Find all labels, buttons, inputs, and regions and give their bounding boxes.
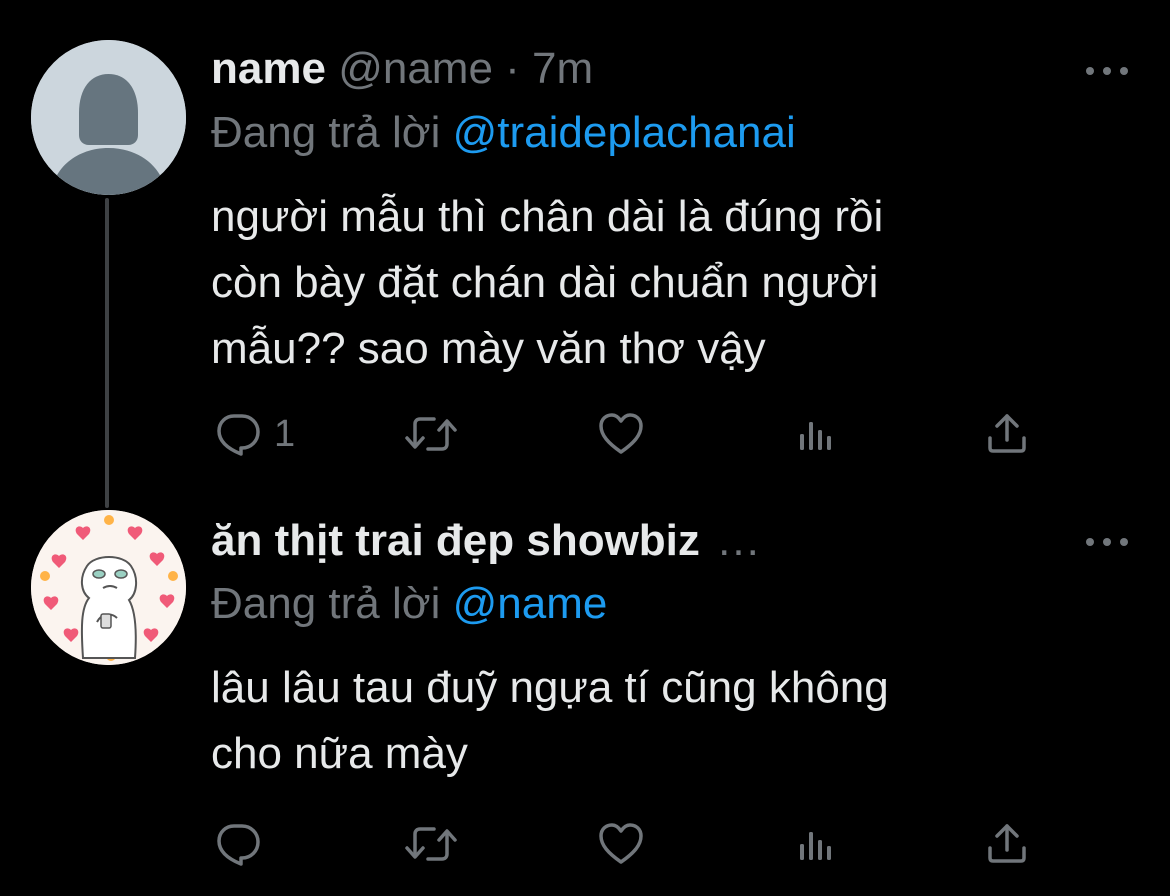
action-bar: 1 bbox=[0, 404, 1170, 464]
tweet-text-line: còn bày đặt chán dài chuẩn người bbox=[211, 258, 879, 307]
name-truncation: ... bbox=[718, 516, 761, 565]
views-icon bbox=[800, 832, 831, 860]
more-icon[interactable] bbox=[1086, 532, 1128, 552]
heart-icon bbox=[599, 413, 643, 454]
share-icon bbox=[988, 824, 1026, 863]
tweet-text: người mẫu thì chân dài là đúng rồi còn b… bbox=[211, 184, 1111, 382]
avatar[interactable] bbox=[31, 510, 186, 665]
replying-to: Đang trả lời @name bbox=[211, 579, 607, 629]
display-name[interactable]: ăn thịt trai đẹp showbiz bbox=[211, 516, 700, 565]
like-button[interactable] bbox=[597, 814, 645, 874]
share-icon bbox=[988, 414, 1026, 453]
tweet-text-line: người mẫu thì chân dài là đúng rồi bbox=[211, 192, 884, 241]
share-button[interactable] bbox=[983, 404, 1031, 464]
display-name[interactable]: name bbox=[211, 44, 326, 93]
views-icon bbox=[800, 422, 831, 450]
like-button[interactable] bbox=[597, 404, 645, 464]
mention-link[interactable]: @traideplachanai bbox=[453, 108, 796, 157]
share-button[interactable] bbox=[983, 814, 1031, 874]
mention-link[interactable]: @name bbox=[453, 579, 608, 628]
retweet-icon bbox=[405, 827, 457, 861]
separator-dot: · bbox=[505, 44, 520, 93]
reply-button[interactable] bbox=[214, 814, 262, 874]
replying-prefix: Đang trả lời bbox=[211, 579, 441, 628]
tweet-header: ăn thịt trai đẹp showbiz ... bbox=[211, 516, 761, 566]
tweet-header: name @name · 7m bbox=[211, 44, 593, 94]
heart-icon bbox=[599, 823, 643, 864]
tweet-text: lâu lâu tau đuỹ ngựa tí cũng không cho n… bbox=[211, 655, 1111, 787]
more-icon[interactable] bbox=[1086, 61, 1128, 81]
reply-icon bbox=[217, 414, 260, 456]
tweet-text-line: mẫu?? sao mày văn thơ vậy bbox=[211, 324, 766, 373]
reply-count: 1 bbox=[274, 412, 296, 455]
tweet-text-line: lâu lâu tau đuỹ ngựa tí cũng không bbox=[211, 663, 889, 712]
default-profile-icon bbox=[31, 40, 186, 195]
views-button[interactable] bbox=[792, 404, 840, 464]
avatar[interactable] bbox=[31, 40, 186, 195]
retweet-button[interactable] bbox=[403, 404, 459, 464]
reply-icon bbox=[217, 824, 260, 866]
more-dot bbox=[1120, 538, 1128, 546]
more-dot bbox=[1120, 67, 1128, 75]
replying-prefix: Đang trả lời bbox=[211, 108, 441, 157]
reply-button[interactable]: 1 bbox=[214, 404, 295, 464]
more-dot bbox=[1086, 67, 1094, 75]
user-handle[interactable]: @name bbox=[338, 44, 493, 93]
sticker-avatar bbox=[31, 510, 186, 665]
retweet-icon bbox=[405, 417, 457, 451]
more-dot bbox=[1103, 538, 1111, 546]
timestamp[interactable]: 7m bbox=[532, 44, 593, 93]
retweet-button[interactable] bbox=[403, 814, 459, 874]
more-dot bbox=[1086, 538, 1094, 546]
replying-to: Đang trả lời @traideplachanai bbox=[211, 108, 796, 158]
action-bar bbox=[0, 814, 1170, 874]
tweet-text-line: cho nữa mày bbox=[211, 729, 468, 778]
views-button[interactable] bbox=[792, 814, 840, 874]
more-dot bbox=[1103, 67, 1111, 75]
tweet[interactable]: name @name · 7m Đang trả lời @traideplac… bbox=[0, 0, 1170, 500]
tweet[interactable]: ăn thịt trai đẹp showbiz ... Đang trả lờ… bbox=[0, 500, 1170, 896]
